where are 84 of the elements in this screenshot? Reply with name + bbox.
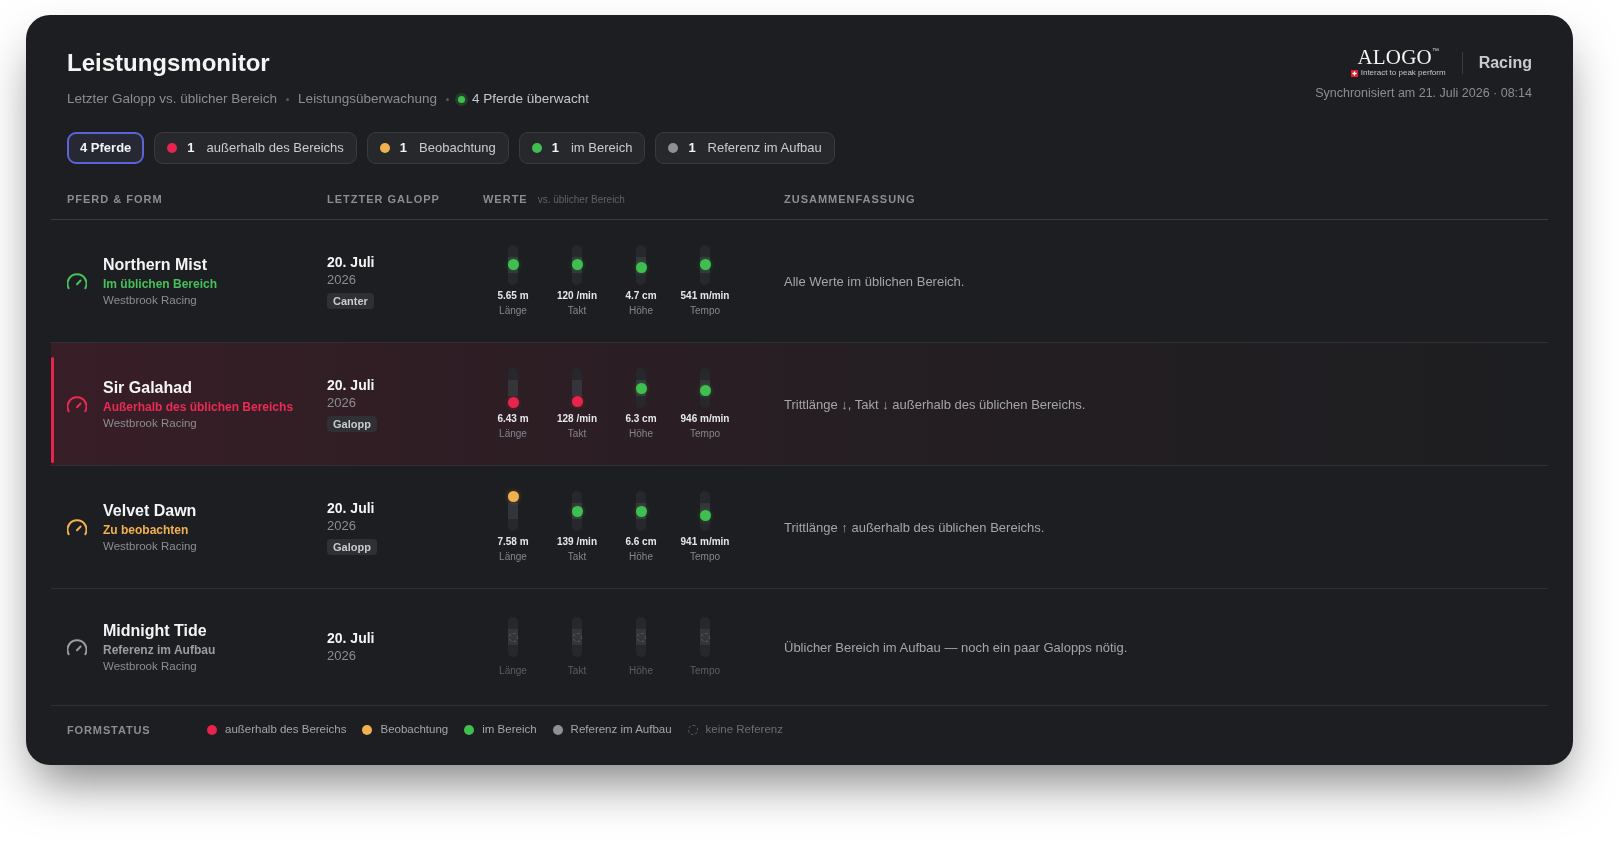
metric-label: Takt (567, 664, 587, 677)
metric-label: Tempo (690, 664, 720, 677)
legend-label: Referenz im Aufbau (570, 722, 672, 738)
owner-name: Westbrook Racing (103, 539, 197, 554)
column-header: PFERD & FORM (67, 192, 163, 208)
owner-name: Westbrook Racing (103, 659, 198, 674)
gallop-year: 2026 (327, 271, 356, 289)
metric-label: Tempo (690, 550, 720, 563)
column-header: ZUSAMMENFASSUNG (784, 192, 916, 208)
gauge-icon (67, 272, 87, 290)
metric-label: Länge (499, 427, 527, 440)
subtitle-text: Letzter Galopp vs. üblicher Bereich (67, 90, 278, 108)
gallop-year: 2026 (327, 394, 356, 412)
gallop-date: 20. Juli (327, 629, 375, 647)
page-title: Leistungsmonitor (67, 48, 271, 78)
owner-name: Westbrook Racing (103, 416, 198, 431)
gallop-date: 20. Juli (327, 499, 375, 517)
metric-value: 6.3 cm (625, 412, 657, 425)
gallop-date: 20. Juli (327, 376, 375, 394)
cross-flag-icon (1350, 69, 1358, 77)
filter-chip[interactable]: 4 Pferde (67, 132, 145, 164)
legend-label: im Bereich (482, 722, 537, 738)
metric-label: Tempo (690, 304, 720, 317)
gallop-date: 20. Juli (327, 253, 375, 271)
metric-label: Höhe (629, 427, 653, 440)
legend-label: keine Referenz (705, 722, 783, 738)
metric-value: 139 /min (557, 535, 597, 548)
filter-chip[interactable]: 1 Beobachtung (366, 132, 509, 164)
legend-label: Beobachtung (380, 722, 449, 738)
brand-tagline: Interact to peak perform (1360, 68, 1446, 78)
filter-chip[interactable]: 1 außerhalb des Bereichs (154, 132, 357, 164)
horse-name: Velvet Dawn (103, 501, 197, 521)
metric-value: 128 /min (557, 412, 597, 425)
summary-text: Alle Werte im üblichen Bereich. (784, 274, 965, 289)
legend-label: außerhalb des Bereichs (225, 722, 347, 738)
filter-chip[interactable]: 1 im Bereich (518, 132, 646, 164)
owner-name: Westbrook Racing (103, 293, 198, 308)
sync-text: Synchronisiert am 21. Juli 2026 · 08:14 (1315, 85, 1532, 102)
summary-text: Trittlänge ↓, Takt ↓ außerhalb des üblichen Bereichs. (784, 397, 1086, 412)
gauge-icon (67, 638, 87, 656)
horse-name: Northern Mist (103, 255, 208, 275)
metric-value: 5.65 m (497, 289, 529, 302)
gait-tag: Galopp (327, 539, 377, 555)
metric-label: Höhe (629, 550, 653, 563)
gait-tag: Canter (327, 293, 374, 309)
brand-name: ALOGO (1357, 47, 1432, 67)
metric-label: Länge (499, 664, 527, 677)
metric-label: Takt (567, 304, 587, 317)
summary-text: Trittlänge ↑ außerhalb des üblichen Bereichs. (784, 520, 1045, 535)
column-header: WERTE (483, 192, 528, 208)
summary-text: Üblicher Bereich im Aufbau — noch ein paar Galopps nötig. (784, 640, 1128, 655)
metric-value: 941 m/min (680, 535, 730, 548)
column-note: vs. üblicher Bereich (537, 193, 625, 208)
metric-label: Länge (499, 550, 527, 563)
legend-title: FORMSTATUS (67, 722, 152, 738)
metric-value: 946 m/min (680, 412, 730, 425)
metric-label: Takt (567, 550, 587, 563)
metric-value: 7.58 m (497, 535, 529, 548)
gallop-year: 2026 (327, 517, 356, 535)
form-status: Im üblichen Bereich (103, 276, 218, 292)
gauge-icon (67, 395, 87, 413)
horse-name: Midnight Tide (103, 621, 208, 641)
metric-label: Höhe (629, 664, 653, 677)
subtitle-text: Leistungsüberwachung (298, 90, 437, 108)
column-header: LETZTER GALOPP (327, 192, 440, 208)
gallop-year: 2026 (327, 647, 356, 665)
product-name: Racing (1478, 52, 1532, 73)
metric-value: 120 /min (557, 289, 597, 302)
filter-chip[interactable]: 1 Referenz im Aufbau (655, 132, 835, 164)
metric-label: Länge (499, 304, 527, 317)
metric-label: Takt (567, 427, 587, 440)
metric-value: 6.6 cm (625, 535, 657, 548)
metric-value: 541 m/min (680, 289, 730, 302)
form-status: Zu beobachten (103, 522, 190, 538)
gait-tag: Galopp (327, 416, 377, 432)
gauge-icon (67, 518, 87, 536)
metric-label: Höhe (629, 304, 653, 317)
metric-value: 6.43 m (497, 412, 529, 425)
metric-label: Tempo (690, 427, 720, 440)
monitoring-text: 4 Pferde überwacht (471, 90, 590, 108)
horse-name: Sir Galahad (103, 378, 193, 398)
form-status: Referenz im Aufbau (103, 642, 216, 658)
metric-value: 4.7 cm (625, 289, 657, 302)
form-status: Außerhalb des üblichen Bereichs (103, 399, 294, 415)
